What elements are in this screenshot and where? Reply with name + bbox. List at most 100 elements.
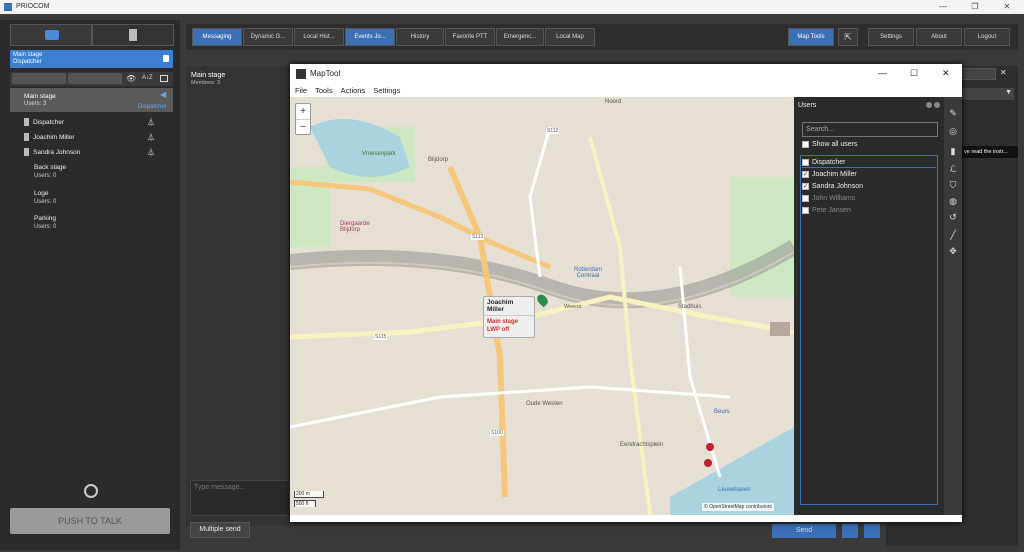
tab-emergency[interactable]: Emergenc... (496, 28, 544, 46)
minimize-icon[interactable]: — (878, 68, 887, 78)
scale-meters: 200 m (294, 491, 324, 498)
top-toolbar: Messaging Dynamic G... Local Hist... Eve… (186, 24, 1018, 50)
multiple-send-button[interactable]: Multiple send (190, 522, 250, 538)
user-checkbox[interactable] (802, 158, 809, 166)
send-button[interactable]: Send (772, 524, 836, 538)
filter-button-1[interactable] (12, 73, 66, 84)
tab-history[interactable]: History (396, 28, 444, 46)
attach-icon[interactable] (842, 524, 858, 538)
map-label: Weena (564, 304, 582, 310)
tab-devices[interactable] (92, 24, 174, 46)
group-parking[interactable]: Parking Users: 0 (34, 215, 56, 231)
popup-status: LWP off (487, 327, 510, 333)
user-checkbox[interactable]: ✓ (802, 183, 809, 190)
group-back-stage[interactable]: Back stage Users: 0 (34, 164, 66, 180)
push-to-talk-button[interactable]: PUSH TO TALK (10, 508, 170, 534)
show-all-users[interactable]: Show all users (802, 141, 858, 148)
right-dropdown[interactable]: ▼ (962, 88, 1014, 100)
maptool-titlebar: MapTool — ☐ ✕ (290, 64, 962, 84)
message-input[interactable]: Type message... (190, 480, 290, 516)
user-checkbox[interactable] (802, 207, 809, 214)
shield-icon[interactable]: ⛉ (947, 179, 959, 191)
tab-local-map[interactable]: Local Map (545, 28, 595, 46)
image-icon[interactable] (864, 524, 880, 538)
pencil-icon[interactable]: ✎ (947, 107, 959, 119)
maximize-icon[interactable]: ❐ (966, 2, 984, 12)
maptool-user-row[interactable]: John Williams (802, 193, 936, 204)
panel-icon[interactable] (160, 75, 168, 82)
globe-icon[interactable]: ◍ (947, 195, 959, 207)
tab-dynamic-groups[interactable]: Dynamic G... (243, 28, 293, 46)
route-icon[interactable]: ℒ (947, 163, 959, 175)
locate-icon[interactable]: ◎ (947, 125, 959, 137)
map-label: S112 (546, 128, 560, 134)
settings-icon[interactable] (926, 102, 932, 108)
show-all-checkbox[interactable] (802, 141, 809, 148)
external-link-icon[interactable]: ⇱ (838, 28, 858, 46)
radio-device-icon[interactable]: ▮ (947, 145, 959, 157)
dispatcher-stage[interactable]: Main stage Dispatcher (10, 50, 173, 68)
group-users: Users: 3 (24, 101, 47, 107)
radio-device-icon (24, 133, 29, 141)
map-label: Vroesenpark (362, 151, 396, 157)
history-icon[interactable]: ↺ (947, 211, 959, 223)
user-item-dispatcher[interactable]: Dispatcher ⏃ (24, 116, 173, 128)
menu-settings[interactable]: Settings (373, 86, 400, 95)
logout-button[interactable]: Logout (964, 28, 1010, 46)
group-loge[interactable]: Loge Users: 0 (34, 190, 56, 206)
user-name: Sandra Johnson (33, 148, 81, 156)
map-label: S113 (471, 234, 485, 240)
map-label: Diergaarde Blijdorp (340, 221, 370, 233)
move-icon[interactable]: ✥ (947, 245, 959, 257)
group-main-stage[interactable]: Main stage Users: 3 Dispatcher ◀ (10, 88, 173, 112)
user-item-joachim-miller[interactable]: Joachim Miller ⏃ (24, 131, 173, 143)
ruler-icon[interactable]: ╱ (947, 229, 959, 241)
close-icon[interactable] (934, 102, 940, 108)
menu-tools[interactable]: Tools (315, 86, 333, 95)
map-attribution: © OpenStreetMap contributors (702, 503, 774, 511)
sort-az-icon[interactable]: A↕Z (142, 75, 153, 81)
tab-favorite-ptt[interactable]: Favorite PTT (445, 28, 495, 46)
scale-feet: 500 ft (294, 500, 316, 507)
tab-events-journal[interactable]: Events Jo... (345, 28, 395, 46)
signal-icon: ⏃ (147, 147, 155, 157)
close-icon[interactable]: ✕ (998, 2, 1016, 12)
map-view[interactable]: + − Vroesenpark Blijdorp Diergaarde Blij… (290, 97, 794, 515)
tab-messaging[interactable]: Messaging (192, 28, 242, 46)
user-item-sandra-johnson[interactable]: Sandra Johnson ⏃ (24, 146, 173, 158)
about-button[interactable]: About (916, 28, 962, 46)
left-filter-bar: 👁 A↕Z (10, 72, 173, 86)
zoom-in-button[interactable]: + (296, 104, 310, 120)
close-icon[interactable]: ✕ (942, 68, 950, 79)
right-search-input[interactable] (962, 68, 996, 80)
users-search-input[interactable]: Search... (802, 122, 938, 137)
hospital-icon (704, 459, 712, 467)
eye-icon[interactable]: 👁 (126, 74, 136, 83)
lock-icon (163, 55, 169, 62)
group-users: Users: 0 (34, 199, 57, 205)
menu-file[interactable]: File (295, 86, 307, 95)
maptool-user-row[interactable]: Dispatcher (802, 157, 936, 168)
user-name: Joachim Miller (33, 133, 75, 141)
tab-local-history[interactable]: Local Hist... (294, 28, 344, 46)
filter-button-2[interactable] (68, 73, 122, 84)
maptool-user-row[interactable]: ✓ Sandra Johnson (802, 181, 936, 192)
maximize-icon[interactable]: ☐ (910, 68, 918, 79)
user-name: Pete Jansen (812, 207, 851, 214)
signal-icon: ⏃ (147, 132, 155, 142)
close-icon[interactable]: ✕ (1000, 68, 1012, 80)
maptool-user-row[interactable]: ✓ Joachim Miller (802, 169, 936, 180)
settings-button[interactable]: Settings (868, 28, 914, 46)
user-name: Dispatcher (812, 158, 846, 166)
zoom-out-button[interactable]: − (296, 120, 310, 136)
minimize-icon[interactable]: — (934, 2, 952, 12)
stage-subtitle: Dispatcher (13, 59, 42, 65)
left-panel: Main stage Dispatcher 👁 A↕Z Main stage U… (0, 20, 180, 550)
user-checkbox[interactable] (802, 195, 809, 202)
maptool-user-row[interactable]: Pete Jansen (802, 205, 936, 216)
map-tools-button[interactable]: Map Tools (788, 28, 834, 46)
user-checkbox[interactable]: ✓ (802, 171, 809, 178)
menu-actions[interactable]: Actions (341, 86, 366, 95)
ptt-headset-icon (84, 484, 98, 498)
tab-groups[interactable] (10, 24, 92, 46)
